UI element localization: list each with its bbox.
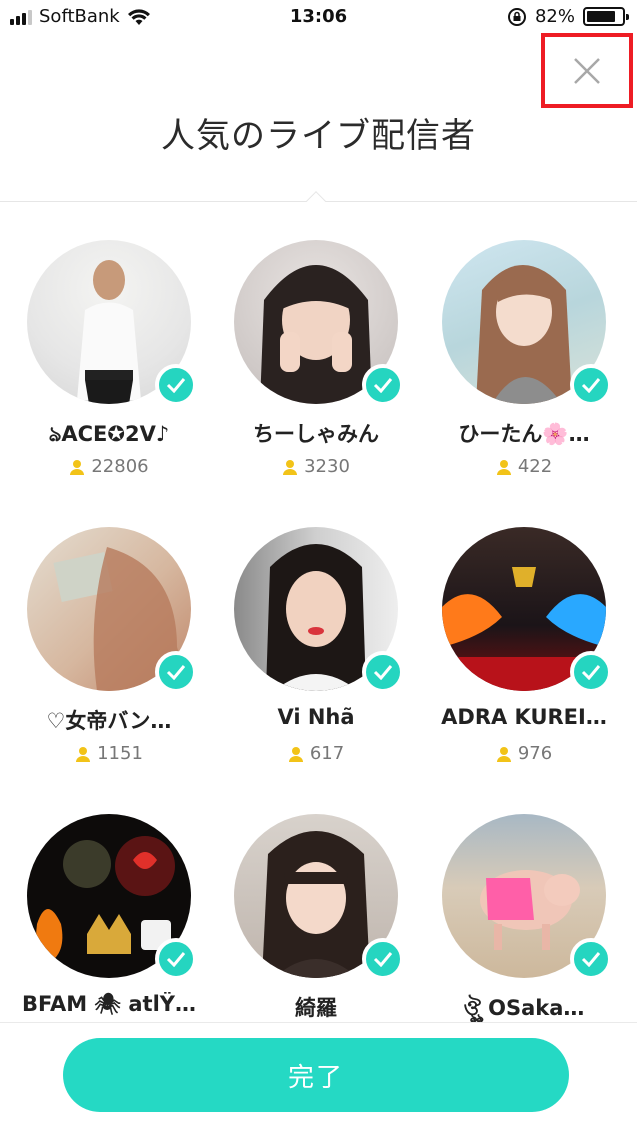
streamer-card[interactable]: BFAM 🕷 atlŸ… <box>9 776 209 1022</box>
streamer-name: ひーたん🌸… <box>458 422 590 446</box>
footer: 完了 <box>0 1022 637 1125</box>
streamer-name: ঌACE✪2V♪ <box>48 422 170 446</box>
close-icon <box>574 57 600 84</box>
verified-check-icon <box>155 651 197 693</box>
follower-count-value: 976 <box>517 743 553 764</box>
follower-count-value: 22806 <box>91 456 149 477</box>
verified-check-icon <box>362 364 404 406</box>
streamer-card[interactable]: ঌACE✪2V♪ 22806 <box>9 202 209 477</box>
page-title: 人気のライブ配信者 <box>161 116 476 156</box>
battery-percent: 82% <box>534 6 575 27</box>
verified-check-icon <box>362 651 404 693</box>
status-bar: SoftBank 13:06 82% <box>0 0 637 36</box>
streamer-card[interactable]: 綺羅 <box>216 776 416 1022</box>
follower-count: 22806 <box>9 456 209 477</box>
verified-check-icon <box>570 364 612 406</box>
user-icon <box>76 746 91 762</box>
follower-count-value: 1151 <box>97 743 143 764</box>
verified-check-icon <box>570 651 612 693</box>
streamer-card[interactable]: ひーたん🌸… 422 <box>424 202 624 477</box>
follower-count-value: 422 <box>517 456 553 477</box>
user-icon <box>496 746 511 762</box>
follower-count: 1151 <box>9 743 209 764</box>
verified-check-icon <box>155 364 197 406</box>
streamer-card[interactable]: ちーしゃみん 3230 <box>216 202 416 477</box>
streamer-name: ADRA KUREI… <box>441 705 607 729</box>
streamer-name: BFAM 🕷 atlŸ… <box>22 992 196 1016</box>
follower-count: 976 <box>424 743 624 764</box>
follower-count: 617 <box>216 743 416 764</box>
verified-check-icon <box>570 938 612 980</box>
verified-check-icon <box>155 938 197 980</box>
user-icon <box>288 746 303 762</box>
streamer-name: ちーしゃみん <box>253 422 379 446</box>
status-right: 82% <box>507 6 629 27</box>
streamer-name: ঔৣ OSaka… <box>463 996 585 1020</box>
streamer-grid: ঌACE✪2V♪ 22806 ちーしゃみん 3230 ひーたん🌸… 422 ♡女… <box>0 202 637 1022</box>
rotation-lock-icon <box>507 7 526 26</box>
battery-icon <box>583 7 629 26</box>
streamer-card[interactable]: ADRA KUREI… 976 <box>424 489 624 764</box>
user-icon <box>496 459 511 475</box>
streamer-card[interactable]: ঔৣ OSaka… <box>424 776 624 1022</box>
verified-check-icon <box>362 938 404 980</box>
follower-count-value: 3230 <box>304 456 350 477</box>
streamer-card[interactable]: ♡女帝バン… 1151 <box>9 489 209 764</box>
follower-count: 3230 <box>216 456 416 477</box>
user-icon <box>70 459 85 475</box>
streamer-name: Vi Nhã <box>277 705 355 729</box>
follower-count: 422 <box>424 456 624 477</box>
user-icon <box>283 459 298 475</box>
follower-count-value: 617 <box>309 743 345 764</box>
done-button[interactable]: 完了 <box>63 1038 569 1112</box>
streamer-name: 綺羅 <box>295 996 337 1020</box>
close-button[interactable] <box>541 33 633 108</box>
streamer-card[interactable]: Vi Nhã 617 <box>216 489 416 764</box>
streamer-name: ♡女帝バン… <box>46 709 172 733</box>
